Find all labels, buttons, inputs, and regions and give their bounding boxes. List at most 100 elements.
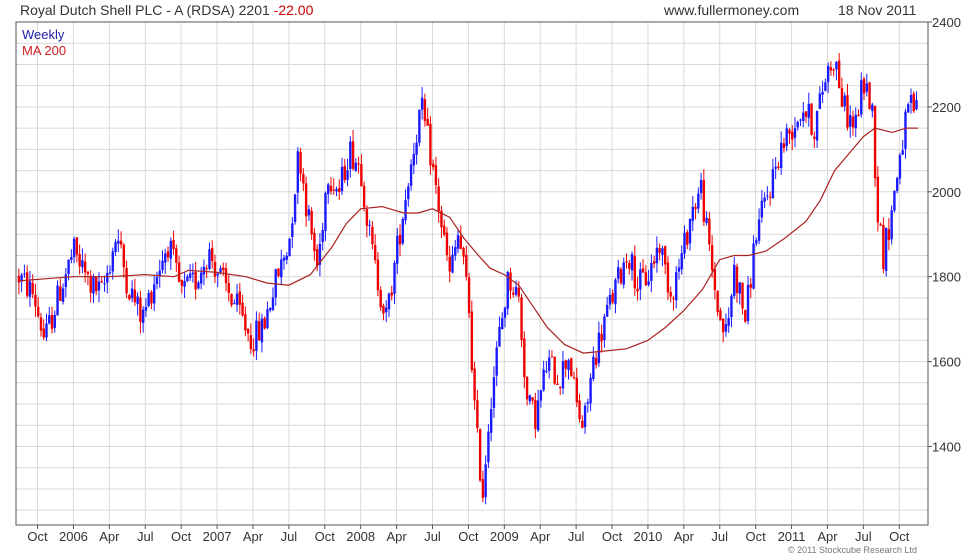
candle-body <box>172 239 175 250</box>
candle-body <box>277 268 280 277</box>
candle-body <box>227 283 230 294</box>
candle-body <box>194 271 197 290</box>
candle-body <box>39 317 43 331</box>
candle-body <box>641 268 645 273</box>
candle-body <box>213 261 217 277</box>
candle-body <box>95 276 98 292</box>
candle-body <box>633 256 636 289</box>
candle-body <box>310 210 313 235</box>
candle-body <box>760 200 764 218</box>
candle-body <box>108 272 112 274</box>
x-tick-label: 2007 <box>203 529 232 544</box>
candle-body <box>208 249 211 269</box>
candle-body <box>222 267 225 271</box>
candle-body <box>688 218 692 244</box>
candle-body <box>329 185 333 192</box>
candle-body <box>327 184 330 194</box>
candle-body <box>768 196 772 198</box>
x-tick-label: Apr <box>99 529 120 544</box>
candle-body <box>285 255 288 260</box>
candle-body <box>683 232 686 254</box>
candle-body <box>136 296 139 304</box>
candle-body <box>257 321 261 341</box>
x-tick-label: Apr <box>243 529 264 544</box>
candle-body <box>431 163 435 168</box>
candle-body <box>578 400 581 420</box>
candle-body <box>702 180 706 222</box>
x-axis: Oct 2006 Apr Jul Oct 2007 Apr Jul Oct 2008 Apr Jul O… <box>27 525 910 544</box>
candle-body <box>514 286 518 295</box>
x-tick-label: Jul <box>137 529 154 544</box>
candle-body <box>586 402 590 404</box>
candle-body <box>663 246 667 265</box>
candle-body <box>50 314 54 329</box>
candle-body <box>335 188 338 192</box>
candle-body <box>835 61 838 70</box>
candle-body <box>857 114 860 117</box>
x-tick-label: Jul <box>711 529 728 544</box>
candle-body <box>708 218 711 245</box>
candle-body <box>429 123 432 166</box>
candle-body <box>639 269 642 290</box>
candle-body <box>846 95 849 128</box>
candle-body <box>437 186 440 212</box>
candle-body <box>291 223 294 238</box>
candle-body <box>879 224 882 226</box>
candle-body <box>161 260 164 271</box>
candle-body <box>53 314 56 328</box>
candle-body <box>296 151 300 193</box>
candle-body <box>64 274 68 288</box>
candle-body <box>898 155 902 179</box>
candle-body <box>738 282 741 294</box>
legend-weekly: Weekly <box>22 27 65 42</box>
candle-body <box>636 288 639 292</box>
candle-body <box>766 195 769 197</box>
candle-body <box>473 368 476 401</box>
candle-body <box>103 283 106 285</box>
candle-body <box>17 276 21 283</box>
candle-body <box>153 284 156 304</box>
candle-body <box>890 210 893 240</box>
candle-body <box>686 232 689 245</box>
candle-body <box>832 69 835 71</box>
candle-body <box>860 80 863 115</box>
candle-body <box>619 269 623 283</box>
x-tick-label: 2006 <box>59 529 88 544</box>
candle-body <box>481 479 485 498</box>
candle-body <box>288 238 291 257</box>
candle-body <box>97 281 101 291</box>
candle-body <box>164 253 167 263</box>
candle-body <box>302 173 305 184</box>
candle-body <box>556 383 559 386</box>
candle-body <box>503 307 507 318</box>
candle-body <box>293 194 297 223</box>
x-tick-label: Oct <box>746 529 767 544</box>
candle-body <box>752 243 755 289</box>
candle-body <box>545 371 548 373</box>
candle-body <box>409 164 413 186</box>
candle-body <box>652 261 656 264</box>
candle-body <box>180 279 184 286</box>
candle-body <box>459 236 462 249</box>
candle-body <box>56 285 59 316</box>
candle-body <box>368 224 371 226</box>
candle-body <box>600 333 603 342</box>
candle-body <box>376 259 380 291</box>
candle-body <box>650 262 653 281</box>
candle-body <box>907 104 910 113</box>
candle-body <box>462 247 465 257</box>
candle-body <box>133 289 137 303</box>
candle-body <box>263 317 266 329</box>
candle-body <box>42 328 45 338</box>
candle-body <box>531 397 534 401</box>
candle-body <box>420 97 424 110</box>
candle-body <box>83 261 87 273</box>
candle-body <box>246 328 250 334</box>
candle-body <box>884 227 888 271</box>
x-tick-label: Jul <box>855 529 872 544</box>
x-tick-label: Oct <box>315 529 336 544</box>
candle-body <box>849 115 852 127</box>
candle-body <box>887 229 891 241</box>
x-tick-label: Oct <box>889 529 910 544</box>
candle-body <box>799 119 802 121</box>
